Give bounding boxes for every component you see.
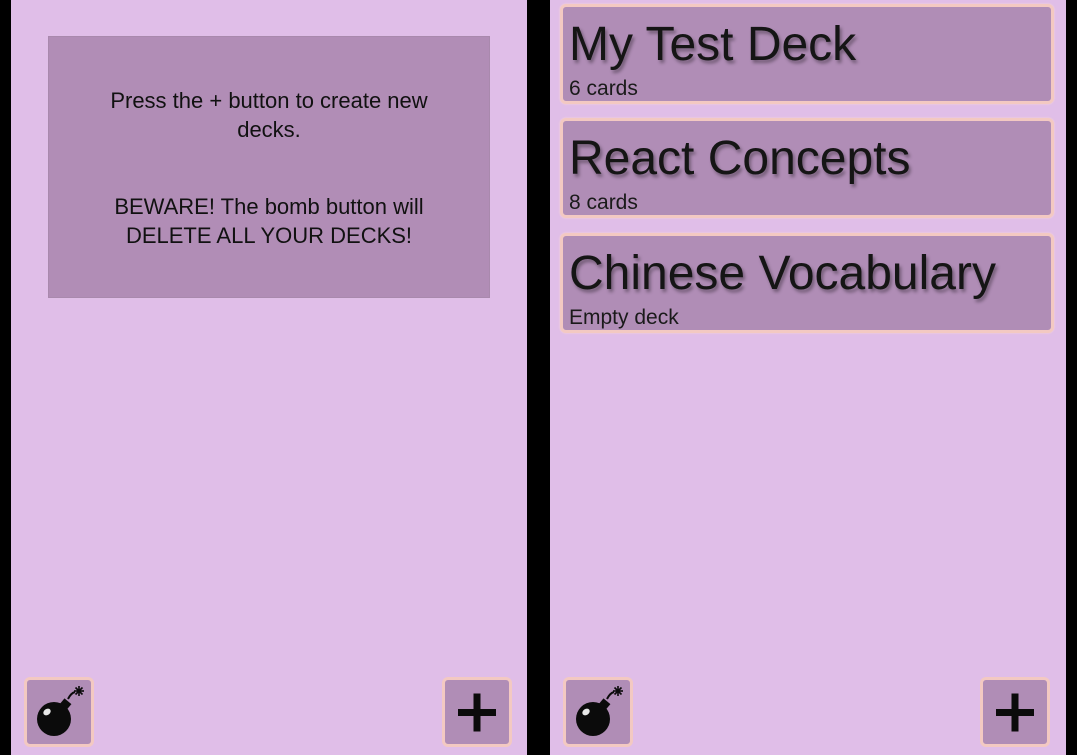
delete-all-decks-button[interactable] — [563, 677, 633, 747]
deck-title: My Test Deck — [569, 18, 857, 71]
deck-title: React Concepts — [569, 132, 911, 185]
plus-icon — [996, 693, 1034, 732]
add-deck-button[interactable] — [980, 677, 1050, 747]
delete-all-decks-button[interactable] — [24, 677, 94, 747]
bomb-icon — [37, 686, 84, 736]
empty-decks-screen: Press the + button to create new decks. … — [11, 0, 527, 755]
deck-list-screen: My Test Deck 6 cards React Concepts 8 ca… — [550, 0, 1066, 755]
deck-list-item[interactable]: Chinese Vocabulary Empty deck — [560, 233, 1054, 333]
add-deck-button[interactable] — [442, 677, 512, 747]
empty-state-info-box: Press the + button to create new decks. … — [48, 36, 490, 298]
plus-icon — [458, 693, 496, 732]
deck-title: Chinese Vocabulary — [569, 247, 996, 300]
deck-card-count: 8 cards — [569, 191, 638, 214]
bomb-warning: BEWARE! The bomb button will DELETE ALL … — [114, 194, 424, 248]
create-deck-hint: Press the + button to create new decks. — [110, 88, 428, 142]
deck-card-count: Empty deck — [569, 306, 679, 329]
bomb-icon — [576, 686, 623, 736]
deck-list-item[interactable]: React Concepts 8 cards — [560, 118, 1054, 218]
app-frame: Press the + button to create new decks. … — [0, 0, 1077, 755]
deck-list-item[interactable]: My Test Deck 6 cards — [560, 4, 1054, 104]
deck-card-count: 6 cards — [569, 77, 638, 100]
